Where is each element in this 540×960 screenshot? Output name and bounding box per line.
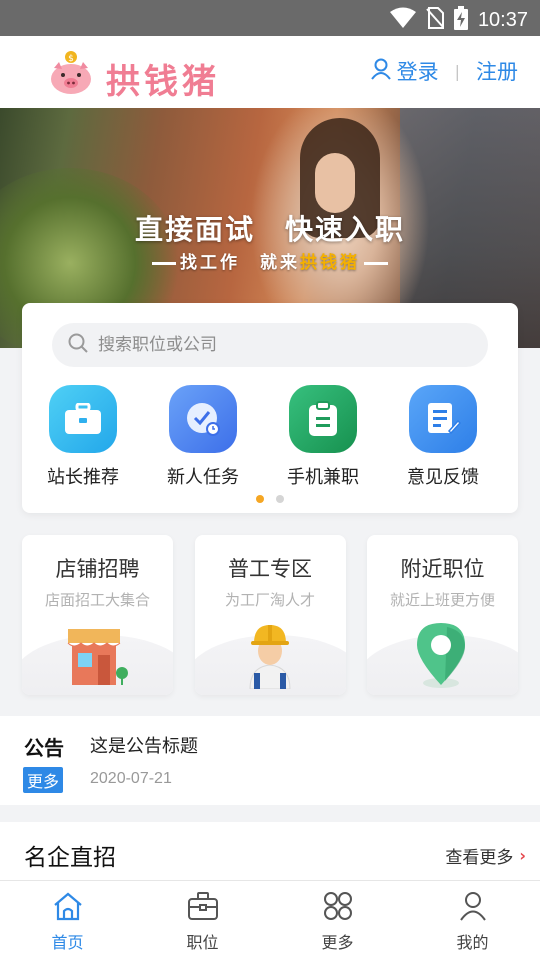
search-bar[interactable] (52, 323, 488, 367)
auth-links: 登录 | 注册 (370, 56, 518, 86)
feature-subtitle: 就近上班更方便 (389, 591, 495, 609)
edit-note-icon (409, 385, 477, 453)
svg-text:$: $ (68, 54, 74, 64)
banner-subtitle: 找工作 就来拱钱猪 (0, 248, 540, 273)
status-icons: 10:37 (389, 6, 528, 34)
no-sim-icon (426, 7, 444, 33)
search-icon (68, 333, 88, 357)
tab-label: 职位 (186, 933, 219, 952)
tab-home[interactable]: 首页 (0, 881, 135, 960)
quick-link-label: 手机兼职 (287, 467, 359, 488)
tab-label: 更多 (321, 933, 354, 952)
status-bar: 10:37 (0, 0, 540, 36)
login-label: 登录 (396, 60, 439, 84)
map-pin-icon (367, 619, 518, 689)
bottom-tab-bar: 首页 职位 更多 我的 (0, 880, 540, 960)
quick-links: 站长推荐 新人任务 手机兼职 意见反馈 (22, 385, 518, 489)
tab-mine[interactable]: 我的 (405, 881, 540, 960)
quick-link-mobile-parttime[interactable]: 手机兼职 (264, 385, 382, 489)
search-input[interactable] (98, 335, 458, 355)
feature-card-shop-hiring[interactable]: 店铺招聘 店面招工大集合 (22, 535, 173, 695)
feature-title: 附近职位 (400, 557, 485, 581)
worker-helmet-icon (195, 621, 346, 689)
briefcase-icon (187, 891, 219, 925)
section-title: 名企直招 (24, 845, 116, 871)
clock-check-icon (169, 385, 237, 453)
feature-cards: 店铺招聘 店面招工大集合 普工专区 为工厂淘人才 附近职位 就近上班更方便 (22, 535, 518, 695)
storefront-icon (22, 623, 173, 689)
battery-charging-icon (453, 6, 468, 34)
feature-card-general-labor[interactable]: 普工专区 为工厂淘人才 (194, 535, 346, 695)
notice-tag: 公告 (24, 736, 64, 760)
tab-more[interactable]: 更多 (270, 881, 405, 960)
banner-title: 直接面试 快速入职 (134, 213, 405, 246)
quick-link-label: 新人任务 (167, 467, 239, 488)
piggy-bank-icon: $ (48, 50, 94, 96)
clipboard-icon (289, 385, 357, 453)
clock-time: 10:37 (477, 8, 528, 31)
pager-dots (22, 495, 518, 503)
quick-link-recommend[interactable]: 站长推荐 (24, 385, 142, 489)
banner-subtitle-prefix: 找工作 就来 (180, 253, 300, 273)
pager-dot[interactable] (276, 495, 284, 503)
wifi-icon (389, 7, 416, 33)
notice-bar[interactable]: 公告 更多 这是公告标题 2020-07-21 (0, 716, 540, 805)
home-icon (52, 891, 84, 925)
banner-dash-right (364, 261, 388, 265)
quick-link-label: 意见反馈 (407, 467, 479, 488)
featured-companies-section: 名企直招 查看更多 › (0, 822, 540, 882)
app-logo-text: 拱钱猪 (106, 62, 220, 102)
app-header: $ 拱钱猪 登录 | 注册 (0, 36, 540, 108)
quick-link-newbie-task[interactable]: 新人任务 (144, 385, 262, 489)
feature-card-nearby-jobs[interactable]: 附近职位 就近上班更方便 (367, 535, 518, 695)
user-icon (457, 891, 489, 925)
auth-separator: | (454, 61, 460, 81)
feature-title: 普工专区 (228, 557, 312, 581)
grid-more-icon (322, 891, 354, 925)
quick-link-feedback[interactable]: 意见反馈 (384, 385, 502, 489)
chevron-right-icon: › (519, 846, 526, 865)
view-more-label: 查看更多 (445, 848, 514, 868)
tab-label: 首页 (51, 933, 84, 952)
register-link[interactable]: 注册 (476, 56, 518, 86)
notice-title[interactable]: 这是公告标题 (90, 732, 198, 758)
banner-dash-left (152, 261, 176, 265)
feature-title: 店铺招聘 (55, 557, 140, 581)
banner-photo-face (315, 153, 355, 213)
feature-subtitle: 为工厂淘人才 (224, 591, 315, 609)
notice-more-button[interactable]: 更多 (23, 767, 64, 793)
search-card: 站长推荐 新人任务 手机兼职 意见反馈 (22, 303, 518, 513)
notice-date: 2020-07-21 (90, 770, 172, 787)
login-link[interactable]: 登录 (370, 56, 439, 86)
feature-subtitle: 店面招工大集合 (44, 591, 150, 609)
user-icon (370, 58, 391, 85)
banner-subtitle-highlight: 拱钱猪 (300, 253, 360, 273)
tab-label: 我的 (456, 933, 489, 952)
view-more-link[interactable]: 查看更多 › (445, 843, 526, 868)
briefcase-icon (49, 385, 117, 453)
quick-link-label: 站长推荐 (47, 467, 119, 488)
tab-jobs[interactable]: 职位 (135, 881, 270, 960)
pager-dot-active[interactable] (256, 495, 264, 503)
